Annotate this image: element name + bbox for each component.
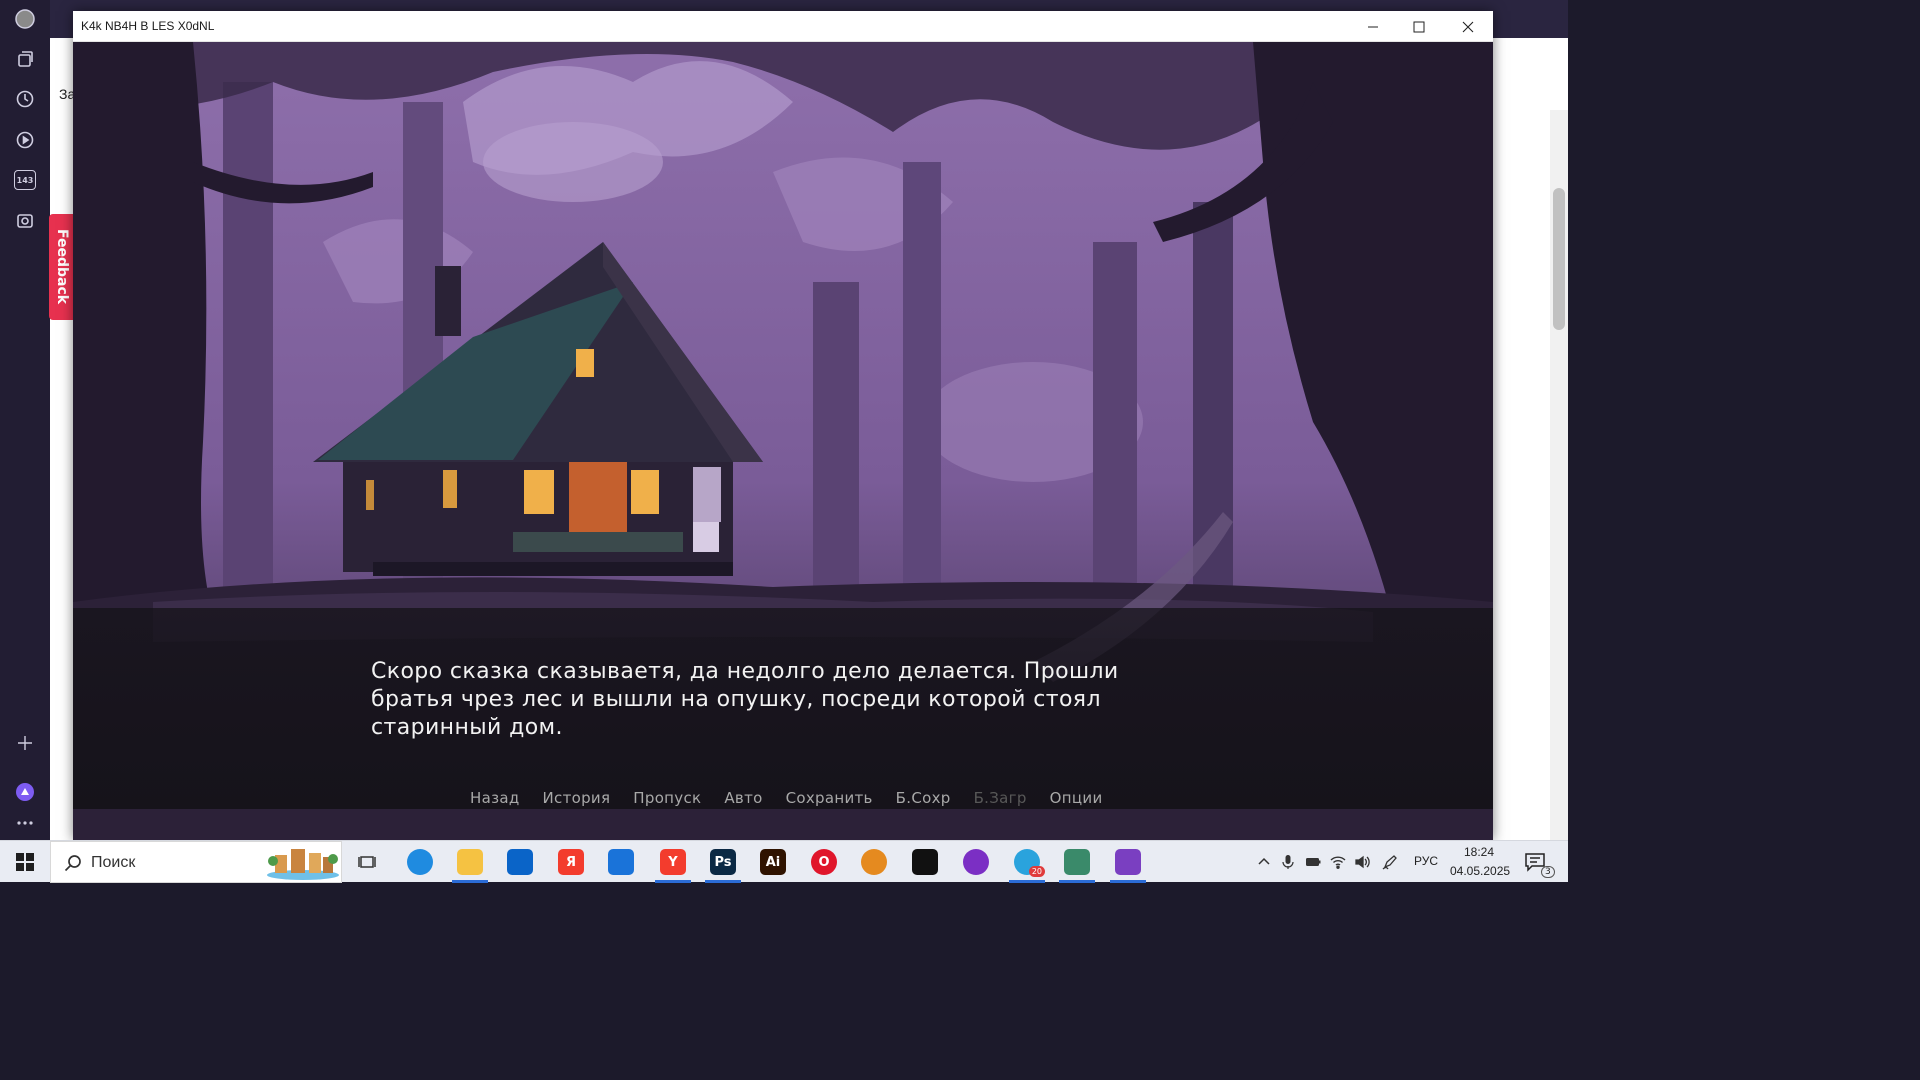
scrollbar-thumb[interactable]	[1553, 188, 1565, 330]
more-icon[interactable]	[12, 810, 38, 836]
quick-menu-item[interactable]: История	[543, 789, 611, 809]
close-button[interactable]	[1445, 11, 1491, 42]
feedback-label: Feedback	[54, 229, 70, 305]
game-icon	[1115, 849, 1141, 875]
player-icon[interactable]	[12, 127, 38, 153]
tor-icon	[963, 849, 989, 875]
quick-menu-item: Б.Загр	[973, 789, 1027, 807]
counter-icon[interactable]: 143	[14, 170, 36, 190]
quick-menu: Назад История Пропуск Авто Сохранить Б.Сохр Б.…	[470, 789, 1126, 809]
browser-sidebar: 143	[0, 0, 50, 840]
quick-menu-item[interactable]: Б.Сохр	[896, 789, 951, 809]
taskbar-app-store[interactable]	[599, 841, 643, 883]
photoshop-label: Ps	[714, 854, 732, 870]
taskbar-app-file-explorer[interactable]	[448, 841, 492, 883]
taskbar-app-yandex[interactable]: Я	[549, 841, 593, 883]
yandex-browser-label: Y	[668, 854, 678, 870]
taskbar-app-capcut[interactable]	[903, 841, 947, 883]
clock-date[interactable]: 04.05.2025	[1450, 864, 1510, 878]
taskbar-app-outlook[interactable]	[498, 841, 542, 883]
yandex-icon: Я	[558, 849, 584, 875]
profile-avatar[interactable]	[12, 6, 38, 32]
opera-icon: O	[811, 849, 837, 875]
microphone-icon[interactable]	[1279, 853, 1297, 871]
history-icon[interactable]	[12, 86, 38, 112]
add-icon[interactable]	[12, 730, 38, 756]
notification-count: 3	[1541, 866, 1555, 878]
taskbar-search[interactable]: Поиск	[50, 841, 342, 883]
taskbar-app-task-view[interactable]	[345, 841, 389, 883]
notepad-icon	[1064, 849, 1090, 875]
feedback-tab[interactable]: Feedback	[49, 214, 75, 320]
quick-menu-item[interactable]: Авто	[724, 789, 762, 809]
minimize-button[interactable]	[1350, 11, 1396, 42]
browser-scrollbar[interactable]	[1550, 110, 1568, 840]
task-view-icon	[354, 849, 380, 875]
fl-studio-icon	[861, 849, 887, 875]
yandex-label: Я	[565, 854, 576, 870]
game-window: K4k NB4H B LES X0dNL Скоро сказка сказыв…	[73, 11, 1493, 840]
outlook-icon	[507, 849, 533, 875]
unread-badge: 20	[1028, 866, 1045, 877]
taskbar-app-opera[interactable]: O	[802, 841, 846, 883]
start-button[interactable]	[0, 841, 50, 883]
taskbar-app-edge[interactable]	[398, 841, 442, 883]
folder-icon	[457, 849, 483, 875]
opera-label: O	[818, 854, 830, 870]
language-indicator[interactable]: РУС	[1414, 854, 1438, 868]
taskbar-app-yandex-browser[interactable]: Y	[651, 841, 695, 883]
screenshot-icon[interactable]	[12, 208, 38, 234]
pen-icon[interactable]	[1381, 853, 1399, 871]
photoshop-icon: Ps	[710, 849, 736, 875]
window-title: K4k NB4H B LES X0dNL	[81, 19, 215, 33]
taskbar-app-notepad[interactable]	[1055, 841, 1099, 883]
quick-menu-item[interactable]: Сохранить	[786, 789, 873, 809]
taskbar-app-telegram[interactable]: 20	[1005, 841, 1049, 883]
maximize-button[interactable]	[1396, 11, 1442, 42]
store-icon	[608, 849, 634, 875]
chevron-up-icon[interactable]	[1255, 853, 1273, 871]
taskbar-app-tor[interactable]	[954, 841, 998, 883]
taskbar-app-photoshop[interactable]: Ps	[701, 841, 745, 883]
illustrator-icon: Ai	[760, 849, 786, 875]
battery-icon[interactable]	[1304, 853, 1322, 871]
search-icon	[64, 855, 81, 872]
search-highlight-icon	[267, 849, 339, 880]
dialogue-box[interactable]: Скоро сказка сказываетя, да недолго дело…	[73, 608, 1493, 809]
tabs-icon[interactable]	[12, 46, 38, 72]
quick-menu-item[interactable]: Пропуск	[633, 789, 701, 809]
volume-icon[interactable]	[1353, 853, 1371, 871]
assistant-icon[interactable]	[12, 779, 38, 805]
taskbar-app-game[interactable]	[1106, 841, 1150, 883]
illustrator-label: Ai	[765, 854, 781, 870]
search-placeholder: Поиск	[91, 854, 136, 871]
quick-menu-item[interactable]: Опции	[1050, 789, 1103, 809]
clock-time[interactable]: 18:24	[1464, 845, 1494, 859]
edge-icon	[407, 849, 433, 875]
yandex-browser-icon: Y	[660, 849, 686, 875]
title-bar[interactable]: K4k NB4H B LES X0dNL	[73, 11, 1493, 42]
quick-menu-item[interactable]: Назад	[470, 789, 520, 809]
taskbar: Поиск Я Y Ps Ai O 20 РУС 18:24 04.05.202…	[0, 840, 1568, 883]
capcut-icon	[912, 849, 938, 875]
windows-icon	[16, 853, 34, 871]
taskbar-app-illustrator[interactable]: Ai	[751, 841, 795, 883]
wifi-icon[interactable]	[1329, 853, 1347, 871]
dialogue-text: Скоро сказка сказываетя, да недолго дело…	[371, 659, 1119, 740]
taskbar-app-fl-studio[interactable]	[852, 841, 896, 883]
